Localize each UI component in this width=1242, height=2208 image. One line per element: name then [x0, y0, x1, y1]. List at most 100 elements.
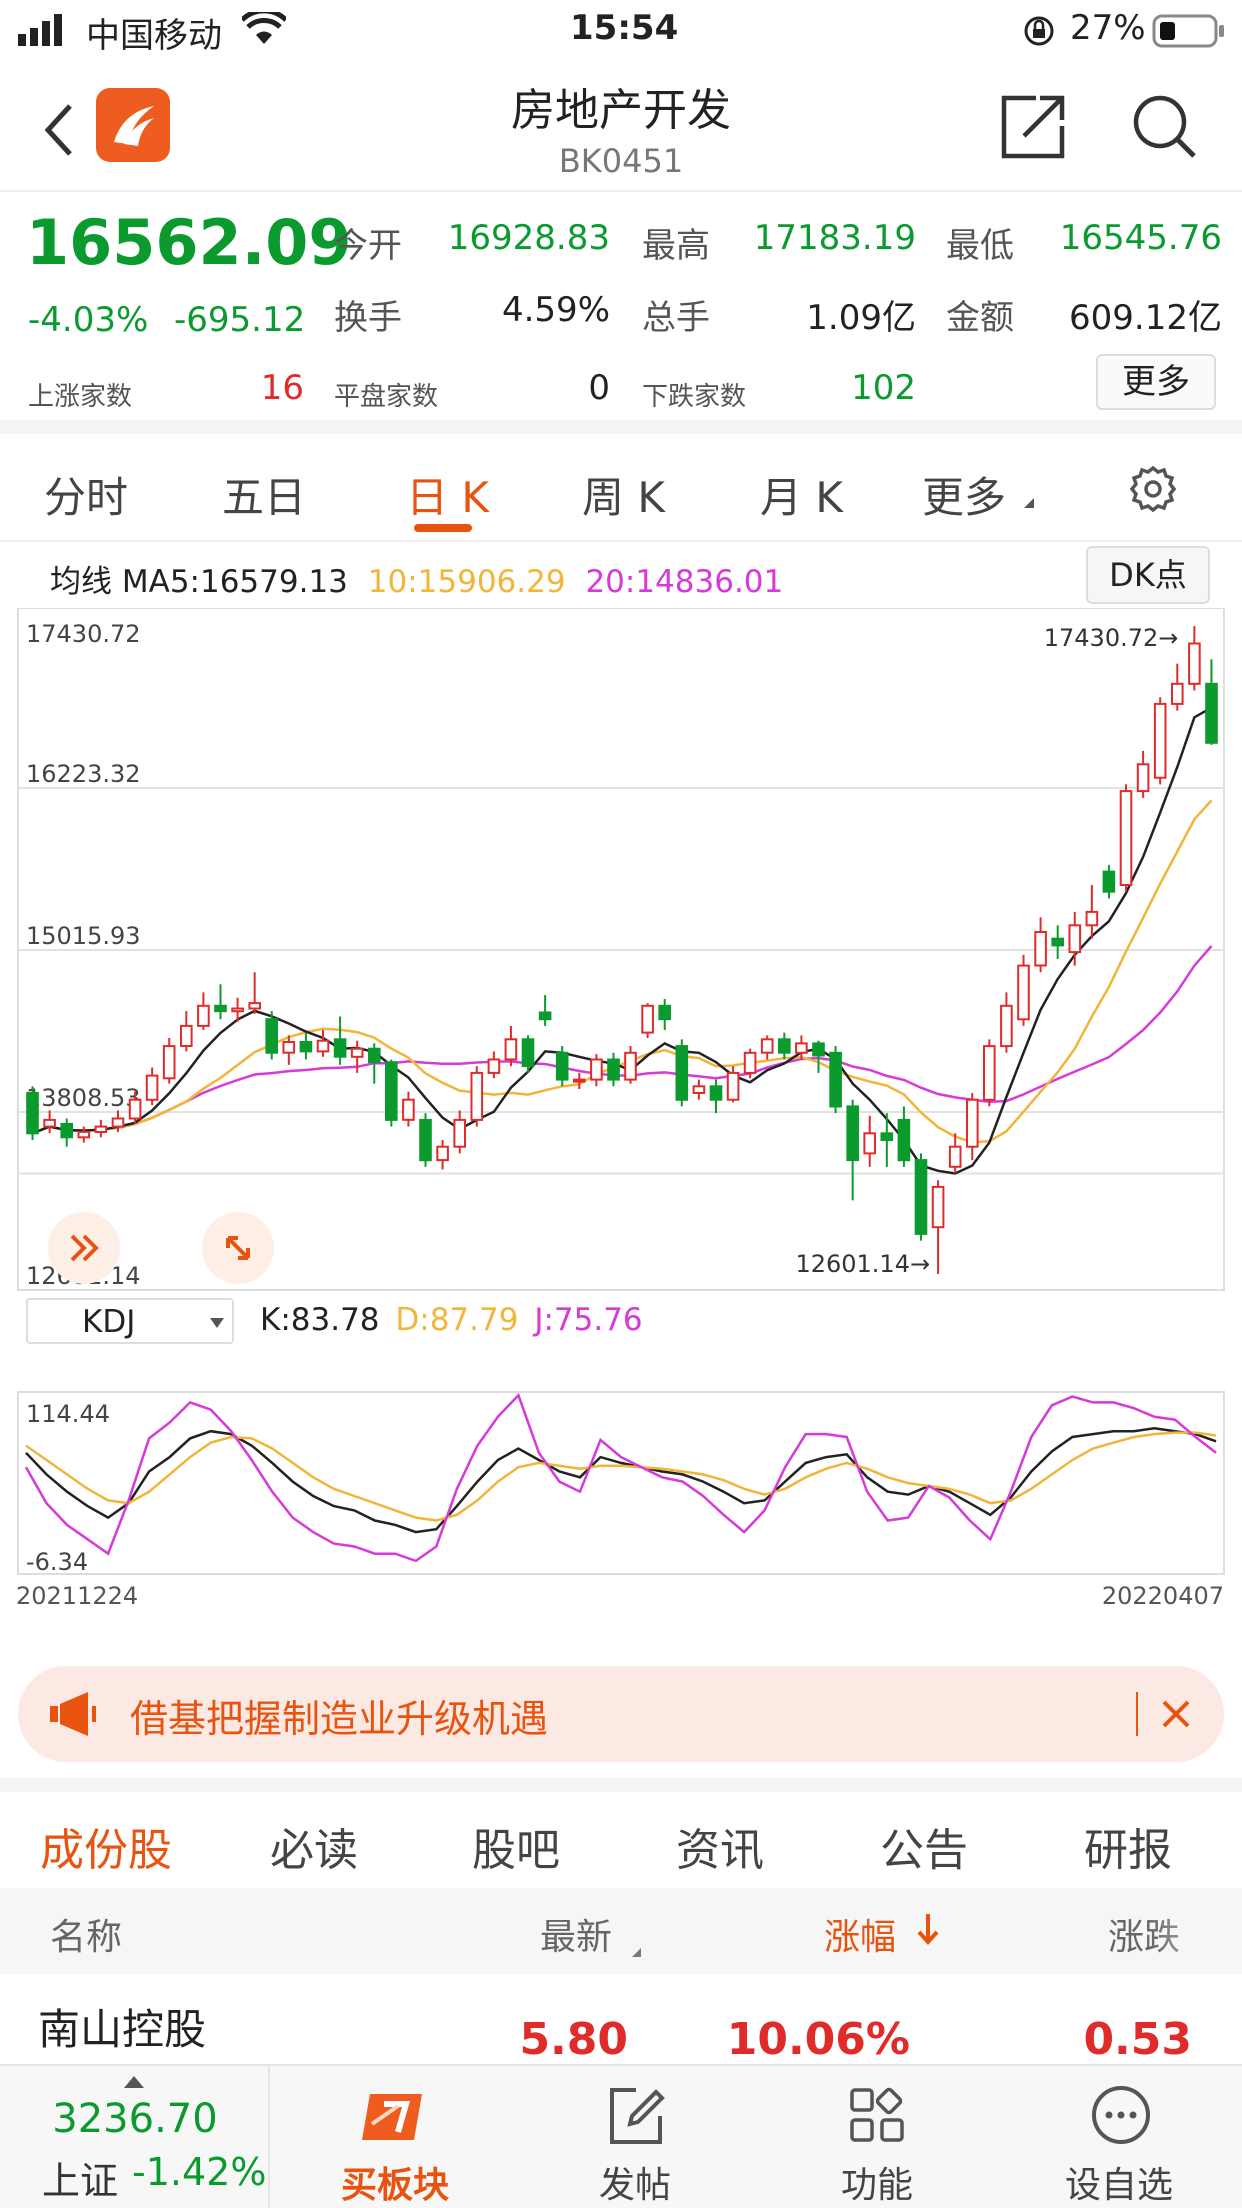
banner-divider	[1136, 1692, 1138, 1736]
more-button[interactable]: 更多	[1096, 354, 1216, 410]
tab-announcements[interactable]: 公告	[880, 1814, 968, 1878]
col-name: 名称	[50, 1917, 123, 1958]
tab-weekly-k[interactable]: 周 K	[582, 464, 665, 525]
candle-body	[948, 1145, 962, 1168]
tab-constituents[interactable]: 成份股	[40, 1814, 172, 1878]
tab-intraday[interactable]: 分时	[44, 464, 128, 525]
candle-body	[43, 1118, 56, 1128]
col-last[interactable]: 最新	[540, 1908, 612, 1960]
down-count: 102	[851, 368, 916, 408]
tab-must-read[interactable]: 必读	[270, 1814, 358, 1878]
table-row[interactable]: 南山控股 5.80 10.06% 0.53	[0, 1974, 1242, 2065]
candle-body	[248, 1002, 261, 1010]
index-pct: -1.42%	[132, 2150, 267, 2194]
candle-body	[1188, 642, 1201, 685]
promo-banner[interactable]: 借基把握制造业升级机遇	[18, 1666, 1224, 1762]
candle-body	[145, 1074, 159, 1101]
kdj-y-tick-max: 114.44	[26, 1400, 110, 1428]
expand-left-button[interactable]	[48, 1212, 120, 1284]
col-change-pct[interactable]: 涨幅	[824, 1908, 896, 1960]
post-button[interactable]: 发帖	[540, 2066, 730, 2208]
candle-body	[504, 1038, 518, 1061]
function-button[interactable]: 功能	[782, 2066, 972, 2208]
banner-text: 借基把握制造业升级机遇	[130, 1697, 549, 1741]
tab-daily-k[interactable]: 日 K	[406, 464, 489, 525]
index-ticker[interactable]: 3236.70 上证 -1.42%	[0, 2066, 270, 2208]
candle-body	[675, 1045, 689, 1101]
orientation-lock-icon	[1022, 14, 1056, 57]
buy-board-label: 买板块	[340, 2165, 449, 2206]
add-watchlist-button[interactable]: 设自选	[1024, 2066, 1214, 2208]
candle-body	[641, 1004, 654, 1034]
candle-body	[1085, 910, 1099, 927]
candle-body	[419, 1118, 432, 1162]
d-value: D:87.79	[395, 1302, 519, 1338]
ma5-value: MA5:16579.13	[121, 564, 348, 600]
candle-body	[1068, 924, 1082, 954]
stock-chg: 0.53	[1083, 2014, 1192, 2065]
candle-body	[624, 1051, 637, 1081]
tab-news[interactable]: 资讯	[676, 1814, 764, 1878]
y-tick-label: 17430.72	[26, 620, 141, 648]
candle-body	[795, 1042, 808, 1054]
candle-body	[265, 1018, 278, 1054]
close-icon[interactable]	[1158, 1696, 1194, 1736]
stock-name: 南山控股	[38, 2005, 207, 2054]
candle-body	[214, 1004, 227, 1013]
candle-body	[931, 1185, 945, 1229]
wifi-icon	[240, 8, 288, 55]
candle-body	[521, 1038, 535, 1068]
candle-body	[282, 1041, 296, 1054]
candle-body	[60, 1122, 74, 1139]
amount-value: 609.12亿	[1069, 298, 1222, 338]
tab-research[interactable]: 研报	[1084, 1814, 1172, 1878]
battery-percent: 27%	[1070, 8, 1146, 48]
candle-body	[709, 1085, 723, 1101]
x-end-date: 20220407	[1102, 1582, 1224, 1608]
candle-body	[180, 1024, 193, 1047]
amount-label: 金额	[946, 298, 1014, 338]
candle-body	[863, 1132, 877, 1155]
j-value: J:75.76	[534, 1302, 643, 1338]
period-tabs: 分时 五日 日 K 周 K 月 K 更多	[0, 434, 1242, 542]
quote-panel: 16562.09 -4.03% -695.12 上涨家数 16 今开 16928…	[0, 192, 1242, 434]
flat-count-label: 平盘家数	[334, 382, 439, 412]
search-icon[interactable]	[1130, 92, 1200, 166]
low-value: 16545.76	[1059, 218, 1222, 258]
candlestick-chart[interactable]: 17430.72 16223.32 15015.93 13808.53 12601.14…	[0, 608, 1242, 1608]
more-dots-icon	[1090, 2084, 1152, 2150]
candle-body	[77, 1130, 91, 1139]
tab-more[interactable]: 更多	[922, 464, 1006, 525]
ma20-value: 20:14836.01	[585, 564, 784, 600]
turnover-value: 4.59%	[501, 290, 610, 330]
fullscreen-icon[interactable]	[202, 1212, 274, 1284]
header-fade	[1150, 1888, 1242, 1974]
dk-point-button[interactable]: DK点	[1086, 546, 1210, 604]
candle-body	[162, 1045, 176, 1080]
share-icon[interactable]	[1000, 92, 1070, 164]
tab-forum[interactable]: 股吧	[472, 1814, 560, 1878]
ma-legend: 均线 MA5:16579.13 10:15906.29 20:14836.01	[50, 556, 783, 601]
candle-body	[658, 1004, 672, 1021]
candle-body	[555, 1051, 569, 1081]
current-price: 16562.09	[26, 206, 352, 279]
carrier-label: 中国移动	[86, 16, 222, 56]
candle-body	[402, 1098, 415, 1121]
add-watchlist-label: 设自选	[1064, 2165, 1173, 2206]
candle-body	[333, 1038, 347, 1058]
open-value: 16928.83	[447, 218, 610, 258]
settings-gear-icon[interactable]	[1128, 464, 1178, 518]
candle-body	[1153, 702, 1167, 779]
clock: 15:54	[570, 8, 679, 48]
tab-monthly-k[interactable]: 月 K	[760, 464, 843, 525]
sort-down-arrow-icon	[916, 1912, 940, 1950]
candle-body	[743, 1051, 757, 1074]
tab-five-day[interactable]: 五日	[222, 464, 306, 525]
down-count-label: 下跌家数	[642, 382, 747, 412]
kdj-selector[interactable]: KDJ	[26, 1298, 234, 1344]
change-pct: -4.03%	[28, 300, 149, 340]
candle-body	[1034, 931, 1047, 967]
buy-board-button[interactable]: 买板块	[300, 2066, 490, 2208]
max-price-marker: 17430.72→	[1044, 624, 1179, 652]
battery-icon	[1152, 14, 1226, 57]
